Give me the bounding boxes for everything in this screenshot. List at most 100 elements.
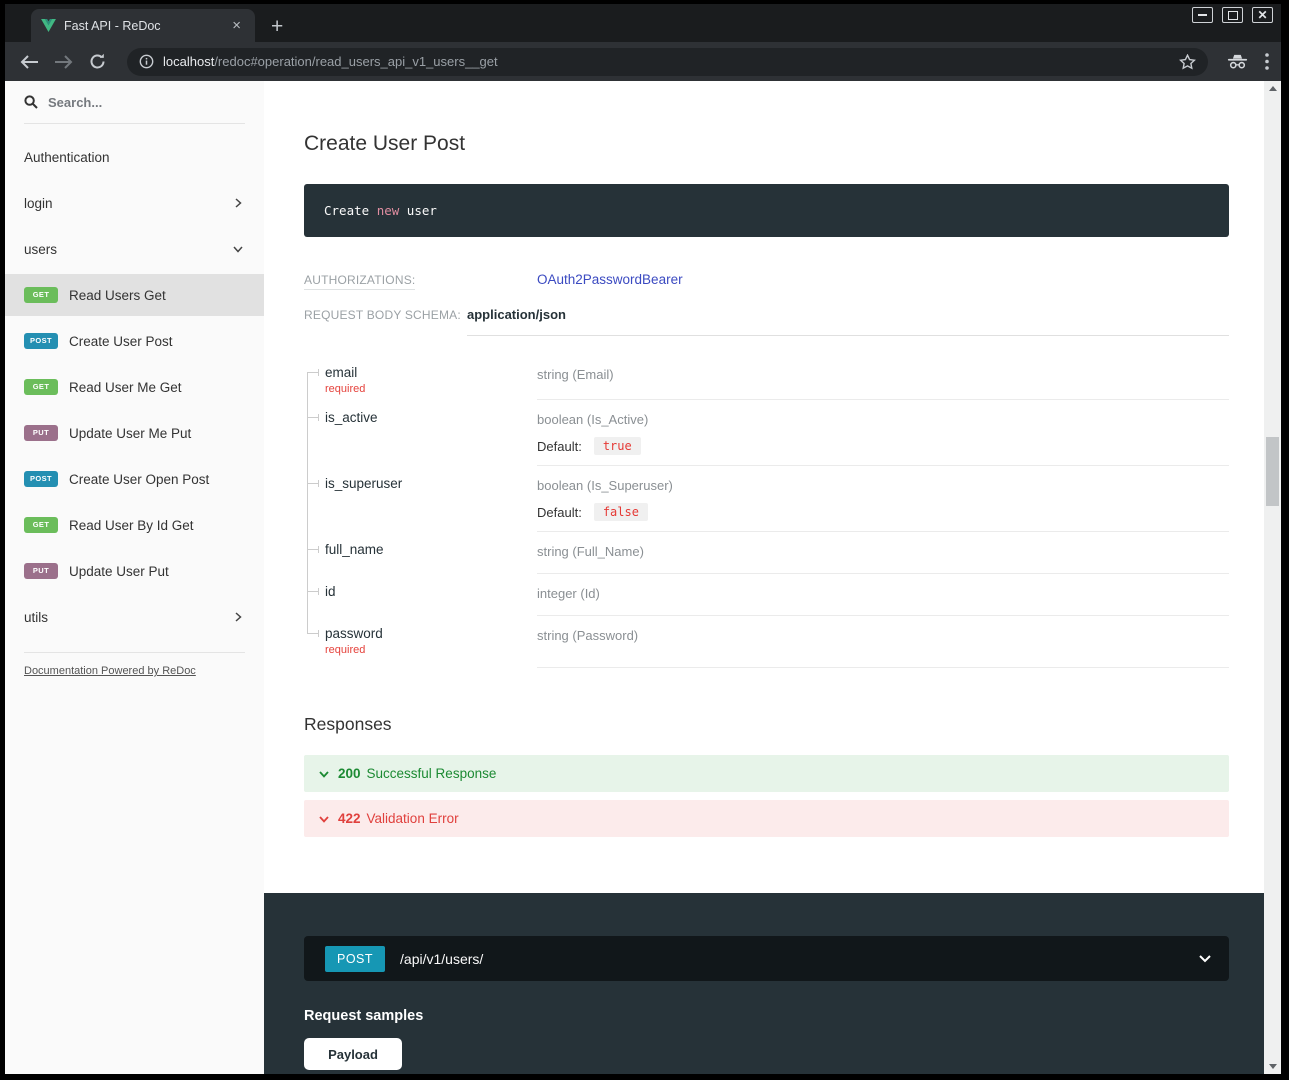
code-highlight: new (377, 203, 400, 218)
scroll-down-arrow[interactable] (1264, 1059, 1281, 1074)
search-input[interactable] (48, 95, 218, 110)
method-badge-get: GET (24, 287, 58, 303)
toolbar-right (1226, 53, 1269, 70)
response-label: Validation Error (367, 811, 459, 826)
method-badge-put: PUT (24, 425, 58, 441)
chevron-down-icon (1198, 954, 1212, 964)
reload-icon[interactable] (85, 50, 109, 74)
field-type: string (Full_Name) (537, 544, 644, 559)
scroll-up-arrow[interactable] (1264, 81, 1281, 96)
field-row-password: password required string (Password) (304, 616, 1229, 668)
samples-panel: POST /api/v1/users/ Request samples Payl… (264, 893, 1264, 1074)
chevron-down-icon (318, 768, 330, 780)
response-code: 422 (338, 811, 361, 826)
description-code-block: Create new user (304, 184, 1229, 237)
request-endpoint-dropdown[interactable]: POST /api/v1/users/ (304, 936, 1229, 981)
chevron-right-icon (231, 196, 245, 210)
browser-toolbar: localhost/redoc#operation/read_users_api… (5, 42, 1281, 81)
page-title: Create User Post (304, 132, 1229, 156)
sidebar-item-users[interactable]: users (5, 226, 264, 272)
sidebar-item-label: Create User Post (69, 334, 173, 349)
tab-strip: Fast API - ReDoc × + ✕ (5, 4, 1281, 42)
browser-tab[interactable]: Fast API - ReDoc × (31, 9, 255, 42)
sidebar-item-label: Read User By Id Get (69, 518, 194, 533)
sidebar-item-create-user-open-post[interactable]: POST Create User Open Post (5, 456, 264, 502)
response-422-row[interactable]: 422 Validation Error (304, 800, 1229, 837)
tab-close-icon[interactable]: × (228, 18, 245, 33)
endpoint-path: /api/v1/users/ (400, 951, 483, 967)
maximize-button[interactable] (1222, 7, 1243, 23)
back-icon[interactable] (17, 50, 41, 74)
sidebar-item-label: Create User Open Post (69, 472, 209, 487)
default-value-chip: true (594, 437, 641, 455)
default-label: Default: (537, 439, 582, 454)
field-row-is-superuser: is_superuser boolean (Is_Superuser) Defa… (304, 466, 1229, 532)
sidebar-item-label: Update User Put (69, 564, 169, 579)
sidebar-item-authentication[interactable]: Authentication (5, 134, 264, 180)
page-scrollbar[interactable] (1264, 81, 1281, 1074)
field-type: string (Email) (537, 367, 614, 382)
required-flag: required (325, 644, 537, 656)
request-body-schema-label: REQUEST BODY SCHEMA: (304, 308, 461, 322)
payload-tab[interactable]: Payload (304, 1038, 402, 1070)
field-type: string (Password) (537, 628, 638, 643)
sidebar-item-label: Authentication (24, 150, 110, 165)
window-controls: ✕ (1192, 7, 1273, 23)
schema-fields: email required string (Email) is_active … (304, 355, 1229, 668)
redoc-footer-link[interactable]: Documentation Powered by ReDoc (24, 665, 245, 677)
incognito-icon (1226, 53, 1249, 70)
response-200-row[interactable]: 200 Successful Response (304, 755, 1229, 792)
scrollbar-thumb[interactable] (1266, 437, 1279, 506)
field-type: integer (Id) (537, 586, 600, 601)
tab-title: Fast API - ReDoc (64, 19, 228, 33)
fastapi-favicon-icon (41, 19, 56, 32)
main-content: Create User Post Create new user AUTHORI… (264, 81, 1264, 1074)
divider (24, 123, 245, 124)
chevron-right-icon (231, 610, 245, 624)
authorizations-label: AUTHORIZATIONS: (304, 273, 415, 290)
divider (24, 652, 245, 653)
field-name: is_active (325, 410, 537, 425)
code-text: user (399, 203, 437, 218)
minimize-button[interactable] (1192, 7, 1213, 23)
method-badge-post: POST (325, 946, 385, 972)
forward-icon[interactable] (51, 50, 75, 74)
request-samples-title: Request samples (304, 1008, 1229, 1024)
field-row-id: id integer (Id) (304, 574, 1229, 616)
sidebar-item-utils[interactable]: utils (5, 594, 264, 640)
new-tab-button[interactable]: + (271, 16, 283, 37)
search-icon (24, 95, 38, 109)
sidebar-item-login[interactable]: login (5, 180, 264, 226)
browser-menu-icon[interactable] (1265, 53, 1269, 70)
close-button[interactable]: ✕ (1252, 7, 1273, 23)
url-bar[interactable]: localhost/redoc#operation/read_users_api… (127, 48, 1208, 76)
oauth2-link[interactable]: OAuth2PasswordBearer (537, 272, 683, 287)
search-row (5, 81, 264, 115)
bookmark-star-icon[interactable] (1179, 54, 1196, 70)
method-badge-post: POST (24, 333, 58, 349)
sidebar-item-update-user-me-put[interactable]: PUT Update User Me Put (5, 410, 264, 456)
url-path: /redoc#operation/read_users_api_v1_users… (214, 54, 497, 69)
site-info-icon[interactable] (139, 54, 154, 69)
chevron-down-icon (231, 242, 245, 256)
sidebar-item-label: utils (24, 610, 48, 625)
sidebar-item-read-users-get[interactable]: GET Read Users Get (5, 274, 264, 316)
code-text: Create (324, 203, 377, 218)
sidebar-item-read-user-by-id-get[interactable]: GET Read User By Id Get (5, 502, 264, 548)
sidebar-item-read-user-me-get[interactable]: GET Read User Me Get (5, 364, 264, 410)
sidebar-item-label: Read Users Get (69, 288, 166, 303)
responses-title: Responses (304, 714, 1229, 735)
sidebar-item-create-user-post[interactable]: POST Create User Post (5, 318, 264, 364)
sidebar-item-update-user-put[interactable]: PUT Update User Put (5, 548, 264, 594)
field-name: password (325, 626, 537, 641)
chevron-down-icon (318, 813, 330, 825)
method-badge-post: POST (24, 471, 58, 487)
field-name: id (325, 584, 537, 599)
response-label: Successful Response (367, 766, 497, 781)
field-row-is-active: is_active boolean (Is_Active) Default: t… (304, 400, 1229, 466)
method-badge-put: PUT (24, 563, 58, 579)
field-name: email (325, 365, 537, 380)
field-type: boolean (Is_Superuser) (537, 478, 673, 493)
sidebar-item-label: login (24, 196, 53, 211)
sidebar-item-label: Update User Me Put (69, 426, 191, 441)
